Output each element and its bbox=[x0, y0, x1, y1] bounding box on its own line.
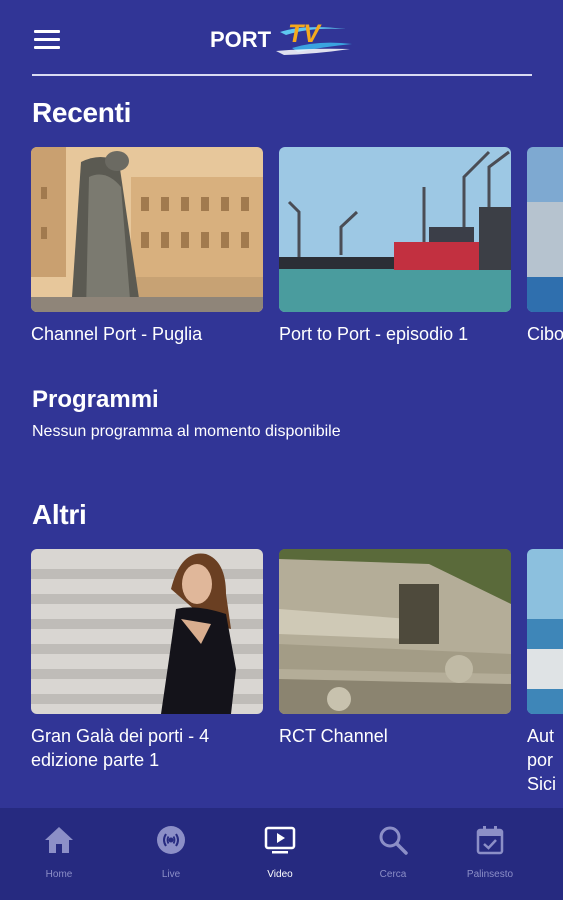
bottom-navigation: Home Live Video Cerca Palinsesto bbox=[0, 808, 563, 900]
nav-live[interactable]: Live bbox=[115, 808, 227, 900]
search-icon bbox=[379, 826, 408, 855]
section-title-recenti: Recenti bbox=[32, 97, 132, 128]
section-title-altri: Altri bbox=[32, 499, 87, 530]
section-title-programmi: Programmi bbox=[32, 386, 159, 413]
video-card[interactable]: Channel Port - Puglia bbox=[31, 147, 263, 346]
nav-cerca-label: Cerca bbox=[379, 869, 407, 880]
calendar-check-icon bbox=[476, 826, 504, 855]
video-card-title: Channel Port - Puglia bbox=[31, 324, 203, 344]
video-thumbnail bbox=[279, 549, 511, 714]
video-thumbnail bbox=[279, 147, 511, 312]
nav-home-label: Home bbox=[45, 869, 73, 880]
video-card-title: Cibo bbox=[527, 324, 563, 344]
video-card-title: Aut por Sici bbox=[527, 726, 557, 794]
video-card-title: RCT Channel bbox=[279, 726, 388, 746]
header-divider bbox=[32, 74, 532, 76]
video-card[interactable]: Gran Galà dei porti - 4 edizione parte 1 bbox=[31, 549, 263, 772]
nav-palinsesto-label: Palinsesto bbox=[466, 869, 514, 880]
video-card[interactable]: RCT Channel bbox=[279, 549, 511, 748]
nav-live-label: Live bbox=[161, 869, 181, 880]
nav-palinsesto[interactable]: Palinsesto bbox=[434, 808, 546, 900]
video-thumbnail bbox=[31, 549, 263, 714]
video-card-title: Port to Port - episodio 1 bbox=[279, 324, 469, 344]
nav-cerca[interactable]: Cerca bbox=[337, 808, 449, 900]
nav-video[interactable]: Video bbox=[224, 808, 336, 900]
video-thumbnail bbox=[31, 147, 263, 312]
port-tv-logo: PORT TV bbox=[210, 20, 352, 55]
video-thumbnail bbox=[527, 549, 563, 714]
altri-carousel[interactable]: Gran Galà dei porti - 4 edizione parte 1… bbox=[0, 549, 563, 799]
video-card[interactable]: Cibo bbox=[527, 147, 563, 346]
programmi-empty-message: Nessun programma al momento disponibile bbox=[32, 423, 341, 440]
video-card[interactable]: Aut por Sici bbox=[527, 549, 563, 796]
nav-home[interactable]: Home bbox=[3, 808, 115, 900]
video-card[interactable]: Port to Port - episodio 1 bbox=[279, 147, 511, 346]
nav-video-label: Video bbox=[267, 869, 293, 880]
logo-tv-text: TV bbox=[288, 20, 322, 48]
video-card-title: Gran Galà dei porti - 4 edizione parte 1 bbox=[31, 726, 210, 770]
home-icon bbox=[45, 827, 73, 853]
video-play-icon bbox=[264, 826, 296, 854]
top-app-bar: PORT TV bbox=[0, 0, 563, 76]
recenti-carousel[interactable]: Channel Port - Puglia Port to Port - epi… bbox=[0, 147, 563, 407]
hamburger-menu-icon[interactable] bbox=[34, 29, 62, 51]
video-thumbnail bbox=[527, 147, 563, 312]
logo-port-text: PORT bbox=[210, 27, 272, 52]
live-broadcast-icon bbox=[157, 826, 185, 854]
